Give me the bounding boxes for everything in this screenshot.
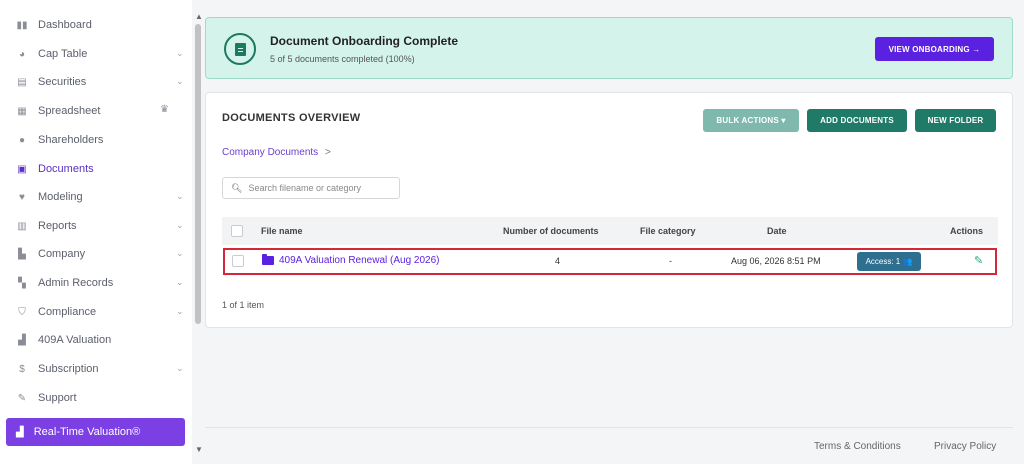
table-row[interactable]: 409A Valuation Renewal (Aug 2026) 4 - Au… xyxy=(223,248,997,275)
column-header-file-category: File category xyxy=(640,226,696,236)
scrollbar-thumb[interactable] xyxy=(195,24,201,324)
sidebar-item-compliance[interactable]: ⛉ Compliance ⌄ xyxy=(0,298,192,326)
edit-icon[interactable]: ✎ xyxy=(974,254,983,267)
sidebar-item-shareholders[interactable]: ● Shareholders xyxy=(0,126,192,154)
sidebar-item-subscription[interactable]: $ Subscription ⌄ xyxy=(0,355,192,383)
chevron-down-icon: ⌄ xyxy=(176,363,184,373)
document-count: 4 xyxy=(555,256,561,266)
sidebar-item-cap-table[interactable]: ◕ Cap Table ⌄ xyxy=(0,40,192,68)
scroll-down-arrow-icon[interactable]: ▼ xyxy=(195,445,203,454)
document-icon xyxy=(224,33,256,65)
file-name-link[interactable]: 409A Valuation Renewal (Aug 2026) xyxy=(262,254,440,266)
footer-divider xyxy=(205,427,1013,428)
chevron-down-icon: ⌄ xyxy=(176,248,184,258)
building-icon: ▙ xyxy=(18,248,26,260)
sidebar-item-label: Company xyxy=(38,248,86,260)
column-header-number-of-documents: Number of documents xyxy=(503,226,599,236)
file-category: - xyxy=(669,256,672,266)
chevron-down-icon: ⌄ xyxy=(176,76,184,86)
breadcrumb-company-documents[interactable]: Company Documents xyxy=(222,147,318,158)
sidebar-item-securities[interactable]: ▤ Securities ⌄ xyxy=(0,68,192,96)
sidebar: ▮▮ Dashboard ◕ Cap Table ⌄ ▤ Securities … xyxy=(0,0,192,464)
sidebar-item-label: Dashboard xyxy=(38,19,92,31)
sidebar-item-modeling[interactable]: ♥ Modeling ⌄ xyxy=(0,183,192,211)
sidebar-item-label: Support xyxy=(38,392,77,404)
chart-icon: ▟ xyxy=(16,426,24,438)
sidebar-item-spreadsheet[interactable]: ▦ Spreadsheet ♛ xyxy=(0,97,192,125)
folder-icon: ▣ xyxy=(17,163,27,175)
sidebar-item-label: Admin Records xyxy=(38,277,114,289)
sidebar-item-label: Shareholders xyxy=(38,134,104,146)
spreadsheet-icon: ▦ xyxy=(17,105,27,117)
column-header-file-name: File name xyxy=(261,226,303,236)
sidebar-item-label: Compliance xyxy=(38,306,97,318)
sidebar-item-real-time-valuation[interactable]: ▟ Real-Time Valuation® xyxy=(6,418,185,446)
lightbulb-icon: ♥ xyxy=(19,191,25,203)
chart-icon: ▟ xyxy=(18,334,26,346)
sidebar-item-company[interactable]: ▙ Company ⌄ xyxy=(0,240,192,268)
sidebar-item-409a-valuation[interactable]: ▟ 409A Valuation xyxy=(0,326,192,354)
breadcrumb: Company Documents > xyxy=(222,147,331,158)
column-header-date: Date xyxy=(767,226,787,236)
dollar-icon: $ xyxy=(19,363,25,375)
banner-subtitle: 5 of 5 documents completed (100%) xyxy=(270,54,415,64)
privacy-link[interactable]: Privacy Policy xyxy=(934,441,996,452)
onboarding-banner: Document Onboarding Complete 5 of 5 docu… xyxy=(205,17,1013,79)
chevron-down-icon: ⌄ xyxy=(176,306,184,316)
sidebar-item-admin-records[interactable]: ▚ Admin Records ⌄ xyxy=(0,269,192,297)
chevron-down-icon: ⌄ xyxy=(176,191,184,201)
crown-icon: ♛ xyxy=(160,104,169,115)
bulk-actions-button[interactable]: BULK ACTIONS ▾ xyxy=(703,109,799,132)
banner-title: Document Onboarding Complete xyxy=(270,34,459,48)
shield-icon: ⛉ xyxy=(18,306,26,318)
select-all-checkbox[interactable] xyxy=(231,225,243,237)
sidebar-item-label: Modeling xyxy=(38,191,83,203)
terms-link[interactable]: Terms & Conditions xyxy=(814,441,901,452)
search-input[interactable] xyxy=(248,183,399,193)
table-header: File name Number of documents File categ… xyxy=(222,217,998,245)
page-title: DOCUMENTS OVERVIEW xyxy=(222,112,361,124)
report-icon: ▥ xyxy=(17,220,27,232)
new-folder-button[interactable]: NEW FOLDER xyxy=(915,109,996,132)
chevron-down-icon: ⌄ xyxy=(176,277,184,287)
sidebar-item-label: Securities xyxy=(38,76,87,88)
add-documents-button[interactable]: ADD DOCUMENTS xyxy=(807,109,907,132)
sidebar-item-reports[interactable]: ▥ Reports ⌄ xyxy=(0,212,192,240)
dashboard-icon: ▮▮ xyxy=(16,19,28,31)
folder-icon xyxy=(262,254,274,265)
records-icon: ▚ xyxy=(18,277,26,289)
sidebar-item-label: Documents xyxy=(38,163,94,175)
sidebar-item-dashboard[interactable]: ▮▮ Dashboard xyxy=(0,11,192,39)
sidebar-item-label: Spreadsheet xyxy=(38,105,101,117)
row-checkbox[interactable] xyxy=(232,255,244,267)
sidebar-item-support[interactable]: ✎ Support xyxy=(0,384,192,412)
sidebar-item-label: 409A Valuation xyxy=(38,334,112,346)
sidebar-item-label: Reports xyxy=(38,220,77,232)
pie-chart-icon: ◕ xyxy=(18,48,26,60)
view-onboarding-button[interactable]: VIEW ONBOARDING → xyxy=(875,37,994,61)
chevron-right-icon: > xyxy=(324,147,331,158)
search-box: 🔍︎ xyxy=(222,177,400,199)
scroll-up-arrow-icon[interactable]: ▲ xyxy=(195,12,203,21)
file-name: 409A Valuation Renewal (Aug 2026) xyxy=(279,255,440,266)
clipboard-icon: ▤ xyxy=(17,76,27,88)
support-icon: ✎ xyxy=(17,392,27,404)
sidebar-item-label: Subscription xyxy=(38,363,99,375)
sidebar-item-label: Cap Table xyxy=(38,48,88,60)
documents-overview-card: DOCUMENTS OVERVIEW BULK ACTIONS ▾ ADD DO… xyxy=(205,92,1013,328)
pagination-summary: 1 of 1 item xyxy=(222,300,265,310)
chevron-down-icon: ⌄ xyxy=(176,220,184,230)
column-header-actions: Actions xyxy=(950,226,984,236)
access-badge-button[interactable]: Access: 1 👥 xyxy=(857,252,921,271)
sidebar-item-label: Real-Time Valuation® xyxy=(33,426,141,438)
sidebar-item-documents[interactable]: ▣ Documents xyxy=(0,155,192,183)
file-date: Aug 06, 2026 8:51 PM xyxy=(731,256,821,266)
search-icon: 🔍︎ xyxy=(231,182,243,193)
person-icon: ● xyxy=(18,134,26,146)
chevron-down-icon: ⌄ xyxy=(176,48,184,58)
